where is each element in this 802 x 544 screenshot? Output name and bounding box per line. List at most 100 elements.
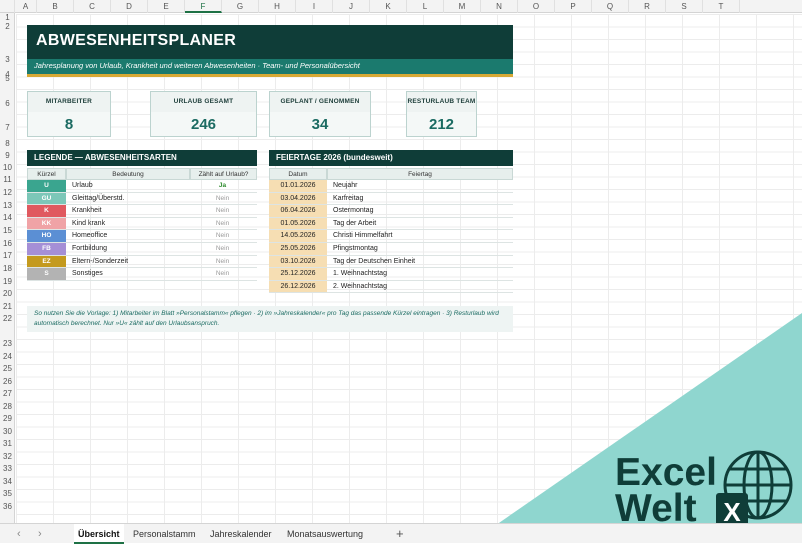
row-header-34[interactable]: 34	[0, 477, 15, 486]
legend-code-badge: K	[27, 205, 66, 217]
row-header-19[interactable]: 19	[0, 277, 15, 286]
legend-meaning: Krankheit	[72, 207, 102, 215]
column-header-i[interactable]: I	[296, 0, 333, 13]
column-header-s[interactable]: S	[666, 0, 703, 13]
holiday-row[interactable]: 26.12.2026 2. Weihnachtstag	[269, 280, 513, 294]
holidays-col-feiertag[interactable]: Feiertag	[327, 168, 513, 180]
accent-line	[27, 74, 513, 77]
holiday-row[interactable]: 03.04.2026 Karfreitag	[269, 192, 513, 206]
row-header-21[interactable]: 21	[0, 302, 15, 311]
row-header-30[interactable]: 30	[0, 427, 15, 436]
legend-row[interactable]: S Sonstiges Nein	[27, 268, 257, 281]
legend-meaning: Sonstiges	[72, 270, 103, 278]
holiday-name: Neujahr	[333, 182, 358, 189]
legend-row[interactable]: K Krankheit Nein	[27, 205, 257, 218]
holiday-row[interactable]: 25.05.2026 Pfingstmontag	[269, 243, 513, 256]
holiday-row[interactable]: 03.10.2026 Tag der Deutschen Einheit	[269, 255, 513, 269]
holidays-col-datum[interactable]: Datum	[269, 168, 327, 180]
column-header-n[interactable]: N	[481, 0, 518, 13]
holiday-row[interactable]: 01.05.2026 Tag der Arbeit	[269, 217, 513, 231]
row-header-2[interactable]: 2	[0, 22, 15, 31]
row-header-35[interactable]: 35	[0, 489, 15, 498]
column-header-p[interactable]: P	[555, 0, 592, 13]
row-header-24[interactable]: 24	[0, 352, 15, 361]
holiday-row[interactable]: 06.04.2026 Ostermontag	[269, 205, 513, 218]
legend-row[interactable]: KK Kind krank Nein	[27, 217, 257, 231]
legend-row[interactable]: HO Homeoffice Nein	[27, 230, 257, 243]
row-header-20[interactable]: 20	[0, 289, 15, 298]
holiday-row[interactable]: 01.01.2026 Neujahr	[269, 180, 513, 193]
holiday-row[interactable]: 14.05.2026 Christi Himmelfahrt	[269, 230, 513, 243]
holiday-date: 01.05.2026	[269, 217, 327, 230]
row-header-23[interactable]: 23	[0, 339, 15, 348]
prev-sheet-arrow[interactable]: ‹	[17, 524, 21, 544]
column-header-j[interactable]: J	[333, 0, 370, 13]
row-header-29[interactable]: 29	[0, 414, 15, 423]
holiday-row[interactable]: 25.12.2026 1. Weihnachtstag	[269, 268, 513, 281]
row-header-11[interactable]: 11	[0, 175, 15, 184]
row-header-15[interactable]: 15	[0, 226, 15, 235]
row-header-5[interactable]: 5	[0, 74, 15, 83]
column-header-m[interactable]: M	[444, 0, 481, 13]
column-header-d[interactable]: D	[111, 0, 148, 13]
legend-col-kuerzel[interactable]: Kürzel	[27, 168, 66, 180]
column-header-f[interactable]: F	[185, 0, 222, 13]
column-header-h[interactable]: H	[259, 0, 296, 13]
row-header-32[interactable]: 32	[0, 452, 15, 461]
row-header-3[interactable]: 3	[0, 55, 15, 64]
row-header-17[interactable]: 17	[0, 251, 15, 260]
holiday-name: Ostermontag	[333, 207, 374, 215]
column-header-l[interactable]: L	[407, 0, 444, 13]
tab-monatsauswertung[interactable]: Monatsauswertung	[283, 524, 367, 544]
usage-note-text: So nutzen Sie die Vorlage: 1) Mitarbeite…	[34, 310, 499, 327]
kpi-mitarbeiter[interactable]: MITARBEITER 8	[27, 91, 111, 137]
usage-note[interactable]: So nutzen Sie die Vorlage: 1) Mitarbeite…	[27, 306, 513, 332]
column-header-q[interactable]: Q	[592, 0, 629, 13]
kpi-urlaub-gesamt[interactable]: URLAUB GESAMT 246	[150, 91, 257, 137]
row-header-7[interactable]: 7	[0, 123, 15, 132]
row-header-12[interactable]: 12	[0, 188, 15, 197]
kpi-geplant-genommen[interactable]: GEPLANT / GENOMMEN 34	[269, 91, 371, 137]
row-header-33[interactable]: 33	[0, 464, 15, 473]
column-header-r[interactable]: R	[629, 0, 666, 13]
row-header-16[interactable]: 16	[0, 239, 15, 248]
legend-col-zaehlt[interactable]: Zählt auf Urlaub?	[190, 168, 257, 180]
select-all-corner[interactable]	[0, 0, 15, 13]
legend-col-bedeutung[interactable]: Bedeutung	[66, 168, 190, 180]
column-header-k[interactable]: K	[370, 0, 407, 13]
next-sheet-arrow[interactable]: ›	[38, 524, 42, 544]
row-header-8[interactable]: 8	[0, 139, 15, 148]
row-header-14[interactable]: 14	[0, 213, 15, 222]
tab-personalstamm[interactable]: Personalstamm	[129, 524, 200, 544]
row-header-25[interactable]: 25	[0, 364, 15, 373]
column-header-o[interactable]: O	[518, 0, 555, 13]
row-header-1[interactable]: 1	[0, 13, 15, 22]
column-header-b[interactable]: B	[37, 0, 74, 13]
column-header-t[interactable]: T	[703, 0, 740, 13]
tab-uebersicht[interactable]: Übersicht	[74, 524, 124, 544]
row-header-27[interactable]: 27	[0, 389, 15, 398]
legend-counts-flag: Ja	[218, 182, 227, 189]
legend-row[interactable]: U Urlaub Ja	[27, 180, 257, 193]
legend-row[interactable]: EZ Eltern-/Sonderzeit Nein	[27, 255, 257, 269]
column-header-g[interactable]: G	[222, 0, 259, 13]
legend-meaning: Urlaub	[72, 182, 93, 189]
column-header-c[interactable]: C	[74, 0, 111, 13]
legend-row[interactable]: GU Gleittag/Überstd. Nein	[27, 192, 257, 206]
legend-row[interactable]: FB Fortbildung Nein	[27, 243, 257, 256]
add-sheet-button[interactable]: +	[396, 524, 404, 543]
row-header-28[interactable]: 28	[0, 402, 15, 411]
row-header-13[interactable]: 13	[0, 201, 15, 210]
row-header-36[interactable]: 36	[0, 502, 15, 511]
tab-jahreskalender[interactable]: Jahreskalender	[206, 524, 276, 544]
row-header-6[interactable]: 6	[0, 99, 15, 108]
column-header-a[interactable]: A	[15, 0, 37, 13]
column-header-e[interactable]: E	[148, 0, 185, 13]
row-header-9[interactable]: 9	[0, 151, 15, 160]
row-header-26[interactable]: 26	[0, 377, 15, 386]
kpi-resturlaub-team[interactable]: RESTURLAUB TEAM 212	[406, 91, 477, 137]
row-header-10[interactable]: 10	[0, 163, 15, 172]
row-header-18[interactable]: 18	[0, 264, 15, 273]
row-header-31[interactable]: 31	[0, 439, 15, 448]
row-header-22[interactable]: 22	[0, 314, 15, 323]
